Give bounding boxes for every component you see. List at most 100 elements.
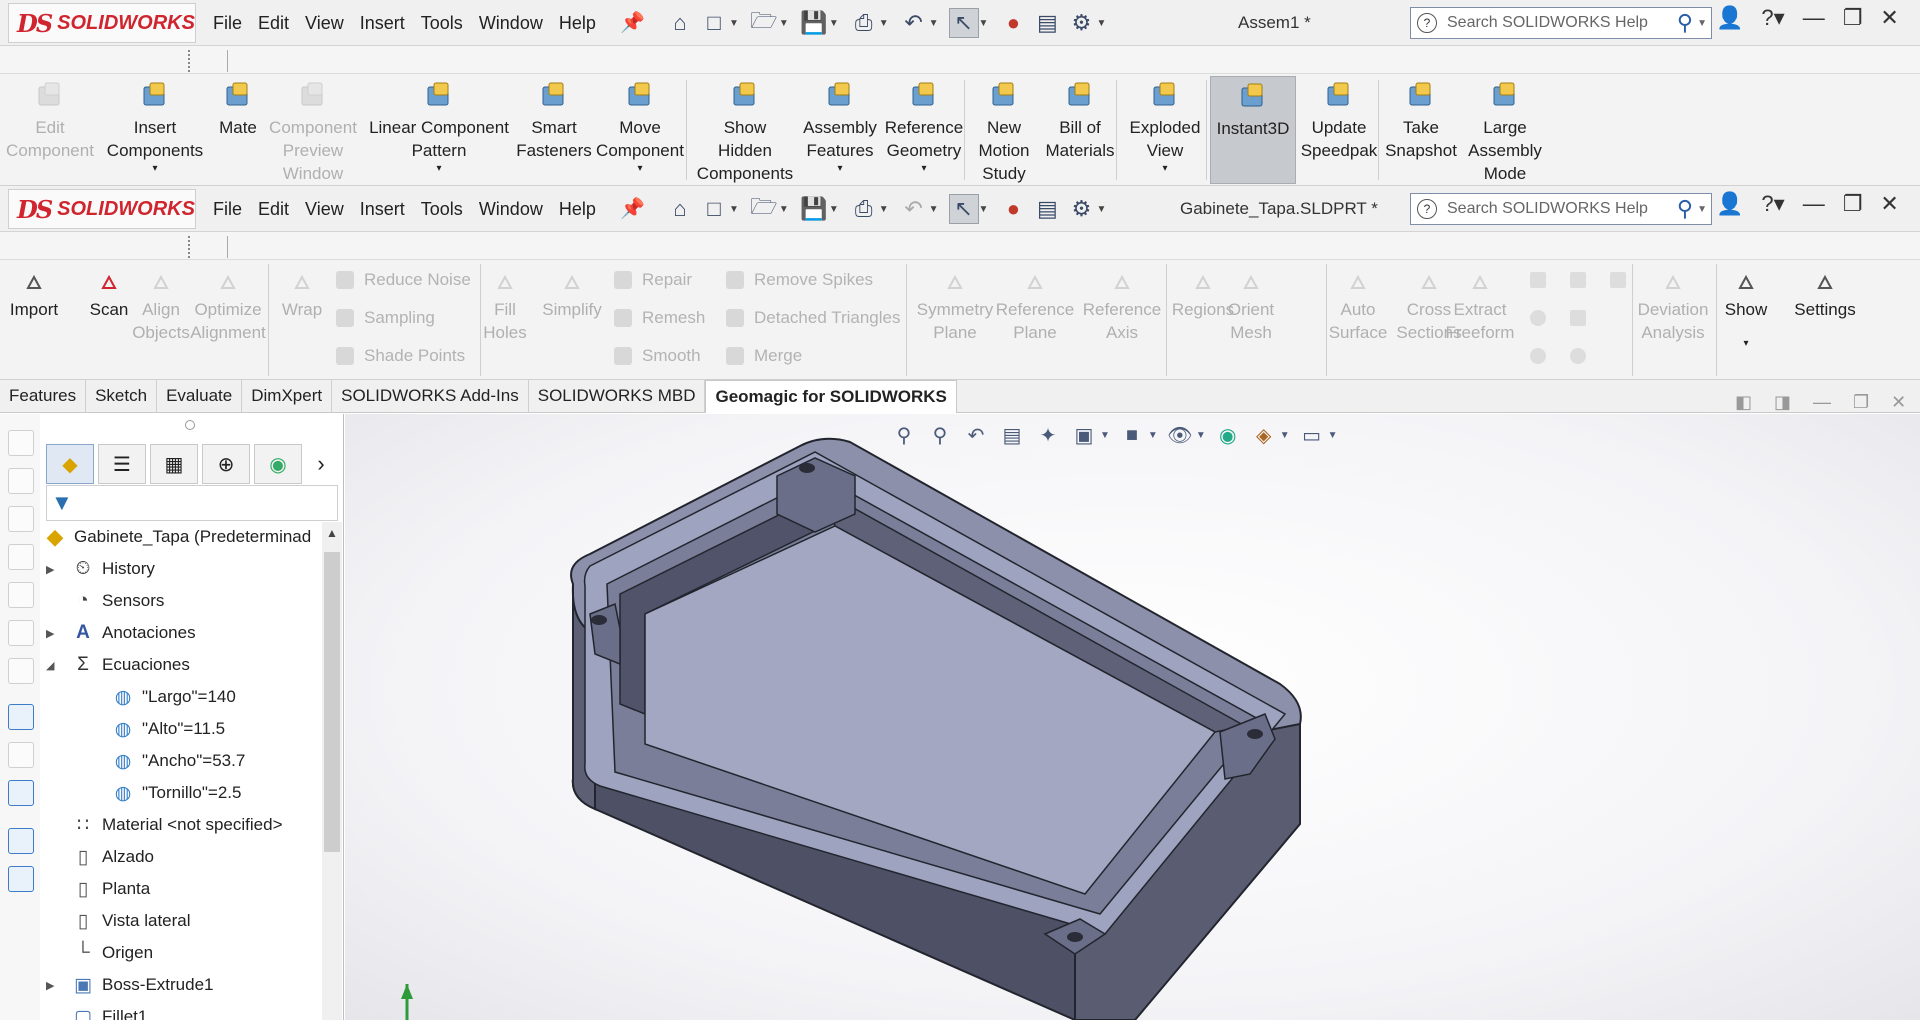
mesh-tool-3-icon[interactable] — [1610, 272, 1626, 288]
mesh-tool-7-icon[interactable] — [1570, 348, 1586, 364]
property-manager-tab-icon[interactable]: ☰ — [98, 444, 146, 484]
new-document-icon[interactable]: □ — [699, 8, 729, 38]
menu-help[interactable]: Help — [551, 13, 604, 34]
expand-arrow-icon[interactable]: ▶ — [46, 979, 70, 992]
remove-spikes-button[interactable]: Remove Spikes — [726, 270, 873, 290]
toolbar-grip[interactable] — [188, 50, 228, 72]
undo-icon[interactable]: ↶ — [899, 8, 929, 38]
reference-geometry-button[interactable]: Reference Geometry ▾ — [880, 80, 968, 176]
viewport-restore-icon[interactable]: ❐ — [1853, 392, 1869, 413]
enclosure-lid-model[interactable] — [345, 414, 1920, 1020]
orient-mesh-button[interactable]: Orient Mesh — [1226, 272, 1276, 344]
tree-root[interactable]: ◆ Gabinete_Tapa (Predeterminad — [42, 522, 312, 552]
menu-tools-2[interactable]: Tools — [413, 199, 471, 220]
solidworks-logo-2[interactable]: DS SOLIDWORKS — [8, 189, 196, 229]
tree-item-history[interactable]: ▶ ⏲ History — [46, 554, 155, 584]
task-pane-11-icon[interactable] — [8, 828, 34, 854]
open-folder-icon[interactable]: 🗁 — [749, 8, 779, 38]
mate-button[interactable]: Mate — [210, 80, 266, 139]
print-icon[interactable]: ⎙ — [849, 8, 879, 38]
exploded-view-dropdown-icon[interactable]: ▾ — [1162, 162, 1167, 176]
linear-component-pattern-dropdown-icon[interactable]: ▾ — [436, 162, 441, 176]
reduce-noise-button[interactable]: Reduce Noise — [336, 270, 471, 290]
scan-button[interactable]: Scan — [84, 272, 134, 321]
task-pane-9-icon[interactable] — [8, 742, 34, 768]
help-search-box-2[interactable]: ? Search SOLIDWORKS Help ⚲ ▼ — [1410, 193, 1712, 225]
save-icon-2[interactable]: 💾 — [799, 194, 829, 224]
menu-edit-2[interactable]: Edit — [250, 199, 297, 220]
smart-fasteners-button[interactable]: Smart Fasteners — [516, 80, 592, 162]
insert-components-dropdown-icon[interactable]: ▾ — [152, 162, 157, 176]
task-pane-12-icon[interactable] — [8, 866, 34, 892]
menu-tools[interactable]: Tools — [413, 13, 471, 34]
menu-view-2[interactable]: View — [297, 199, 352, 220]
menu-file-2[interactable]: File — [205, 199, 250, 220]
solidworks-logo[interactable]: DS SOLIDWORKS — [8, 3, 196, 43]
task-pane-1-icon[interactable] — [8, 430, 34, 456]
import-button[interactable]: Import — [2, 272, 66, 321]
help-icon-2[interactable]: ?▾ — [1761, 191, 1784, 217]
toolbar-grip-2[interactable] — [188, 236, 228, 258]
menu-file[interactable]: File — [205, 13, 250, 34]
task-pane-display-icon[interactable] — [8, 780, 34, 806]
dimxpert-manager-tab-icon[interactable]: ⊕ — [202, 444, 250, 484]
assembly-features-dropdown-icon[interactable]: ▾ — [837, 162, 842, 176]
wrap-button[interactable]: Wrap — [276, 272, 328, 321]
deviation-analysis-button[interactable]: Deviation Analysis — [1626, 272, 1720, 344]
show-button[interactable]: Show ▾ — [1720, 272, 1772, 351]
save-dropdown-icon-2[interactable]: ▼ — [829, 204, 839, 215]
options-gear-icon[interactable]: ⚙ — [1066, 8, 1096, 38]
tree-item-material-not-specified[interactable]: ∷ Material <not specified> — [46, 810, 283, 840]
display-manager-tab-icon[interactable]: ◉ — [254, 444, 302, 484]
undo-dropdown-icon[interactable]: ▼ — [929, 18, 939, 29]
file-properties-icon[interactable]: ▤ — [1032, 8, 1062, 38]
collapse-arrow-icon[interactable]: ◢ — [46, 659, 70, 672]
tab-solidworks-add-ins[interactable]: SOLIDWORKS Add-Ins — [332, 380, 529, 413]
menu-insert[interactable]: Insert — [352, 13, 413, 34]
scrollbar-thumb[interactable] — [324, 552, 340, 852]
mesh-tool-1-icon[interactable] — [1530, 272, 1546, 288]
rebuild-traffic-light-icon[interactable]: ● — [998, 8, 1028, 38]
restore-icon-2[interactable]: ❐ — [1843, 191, 1863, 217]
task-pane-2-icon[interactable] — [8, 468, 34, 494]
home-icon-2[interactable]: ⌂ — [665, 194, 695, 224]
bill-of-materials-button[interactable]: Bill of Materials — [1040, 80, 1120, 162]
reference-axis-button[interactable]: Reference Axis — [1076, 272, 1168, 344]
search-magnifier-icon[interactable]: ⚲ — [1677, 10, 1693, 36]
tab-solidworks-mbd[interactable]: SOLIDWORKS MBD — [529, 380, 706, 413]
user-account-icon-2[interactable]: 👤 — [1716, 191, 1743, 217]
tree-item-ecuaciones[interactable]: ◢ Σ Ecuaciones — [46, 650, 190, 680]
menu-view[interactable]: View — [297, 13, 352, 34]
rebuild-traffic-light-icon-2[interactable]: ● — [998, 194, 1028, 224]
viewport-close-icon[interactable]: ✕ — [1891, 392, 1906, 413]
tab-geomagic[interactable]: Geomagic for SOLIDWORKS — [705, 380, 957, 413]
repair-button[interactable]: Repair — [614, 270, 692, 290]
large-assembly-mode-button[interactable]: Large Assembly Mode — [1460, 80, 1550, 185]
tree-item-fillet1[interactable]: ▢ Fillet1 — [46, 1002, 147, 1020]
optimize-alignment-button[interactable]: Optimize Alignment — [188, 272, 268, 344]
take-snapshot-button[interactable]: Take Snapshot — [1382, 80, 1460, 162]
expand-arrow-icon[interactable]: ▶ — [46, 627, 70, 640]
select-dropdown-icon[interactable]: ▼ — [979, 18, 989, 29]
expand-arrow-icon[interactable]: ▶ — [46, 563, 70, 576]
reference-plane-button[interactable]: Reference Plane — [990, 272, 1080, 344]
mesh-tool-6-icon[interactable] — [1530, 348, 1546, 364]
panel-grip-icon[interactable] — [185, 420, 195, 430]
update-speedpak-button[interactable]: Update Speedpak — [1296, 80, 1382, 162]
pin-icon-2[interactable]: 📌 — [620, 196, 645, 221]
options-gear-icon-2[interactable]: ⚙ — [1066, 194, 1096, 224]
graphics-area[interactable]: ⚲ ⚲ ↶ ▤ ✦ ▣ ▼ ■ ▼ 👁 ▼ ◉ ◈ ▼ ▭ ▼ — [345, 414, 1920, 1020]
menu-window-2[interactable]: Window — [471, 199, 551, 220]
tree-item-planta[interactable]: ▯ Planta — [46, 874, 150, 904]
pin-icon[interactable]: 📌 — [620, 10, 645, 35]
tree-item-origen[interactable]: └ Origen — [46, 938, 153, 968]
insert-components-button[interactable]: Insert Components ▾ — [100, 80, 210, 176]
home-icon[interactable]: ⌂ — [665, 8, 695, 38]
task-pane-5-icon[interactable] — [8, 582, 34, 608]
task-pane-4-icon[interactable] — [8, 544, 34, 570]
new-dropdown-icon-2[interactable]: ▼ — [729, 204, 739, 215]
tree-item-anotaciones[interactable]: ▶ A Anotaciones — [46, 618, 196, 648]
save-dropdown-icon[interactable]: ▼ — [829, 18, 839, 29]
menu-help-2[interactable]: Help — [551, 199, 604, 220]
select-cursor-icon[interactable]: ↖ — [948, 8, 979, 38]
